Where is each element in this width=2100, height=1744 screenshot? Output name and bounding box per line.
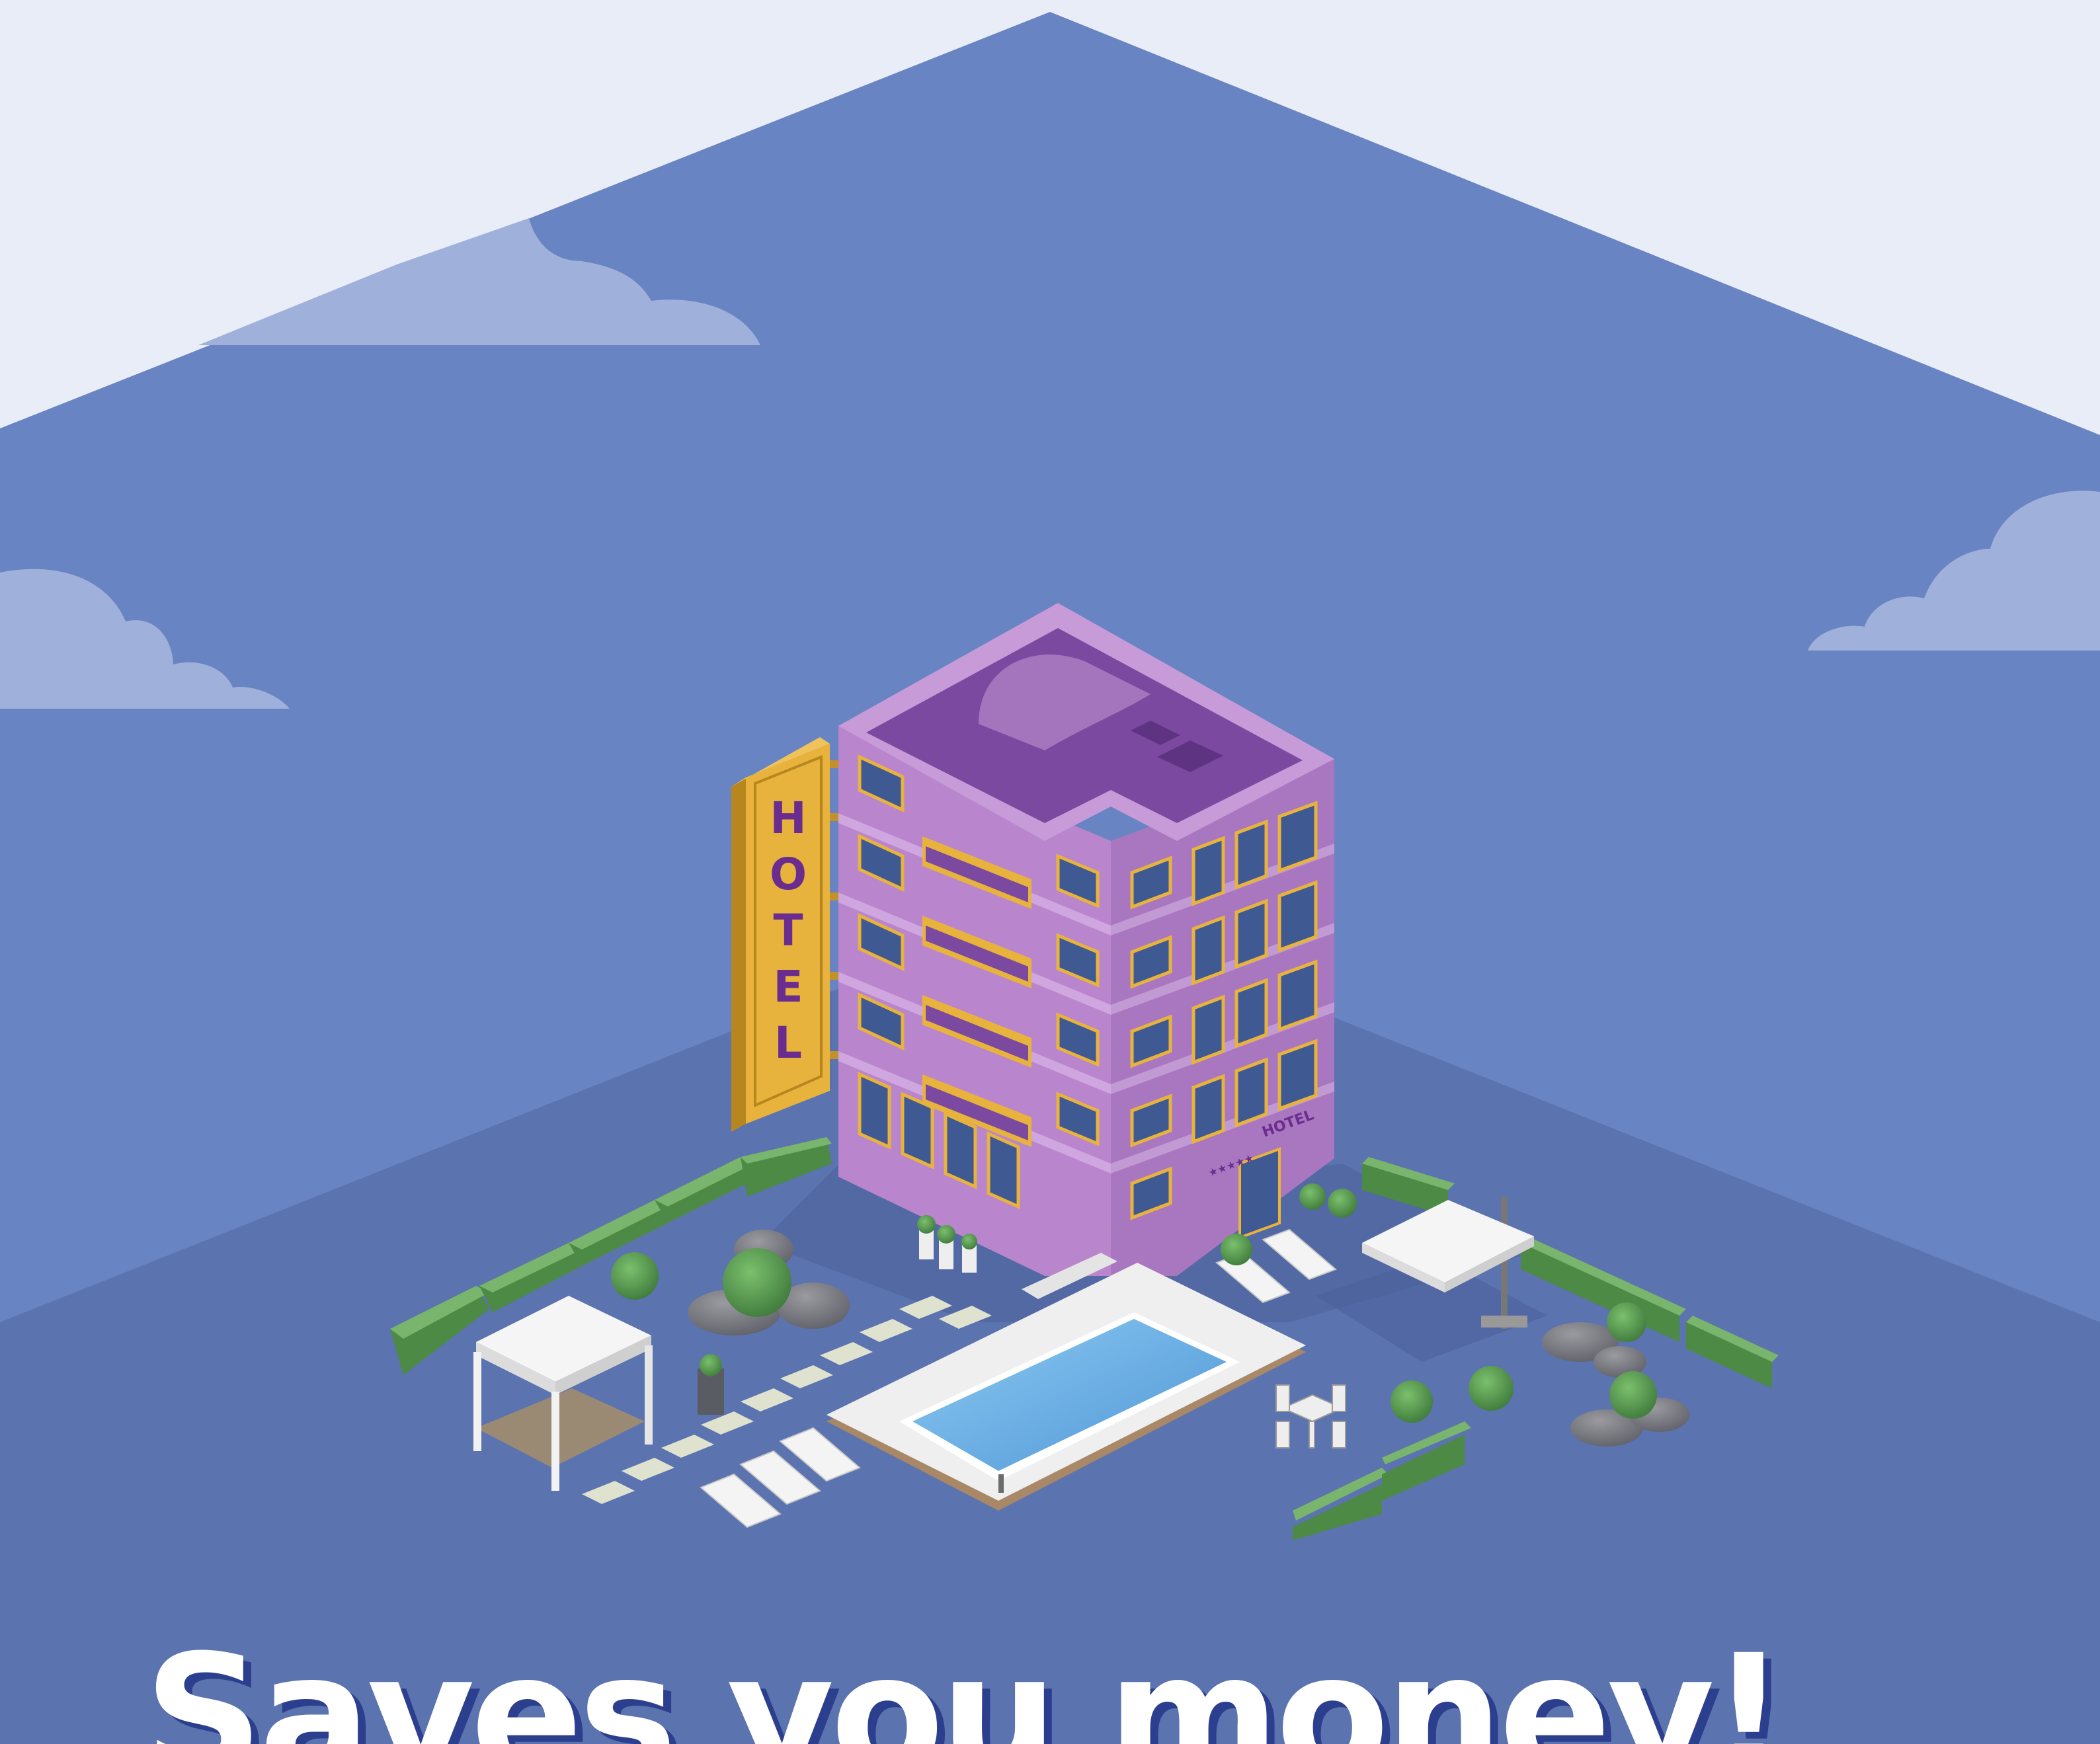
page-title: Saves you money!	[144, 1633, 1787, 1744]
sign-letter-o: O	[770, 849, 807, 900]
sign-letter-l: L	[774, 1017, 802, 1068]
hotel-sign-letters: H O T E L	[770, 793, 807, 1068]
sign-letter-h: H	[770, 793, 806, 844]
sign-letter-t: T	[773, 905, 803, 956]
headline-container: Saves you money!	[144, 1633, 1929, 1744]
sign-letter-e: E	[773, 961, 803, 1012]
hotel-illustration: ★★★★★ HOTEL H O T E L	[0, 12, 2100, 1744]
